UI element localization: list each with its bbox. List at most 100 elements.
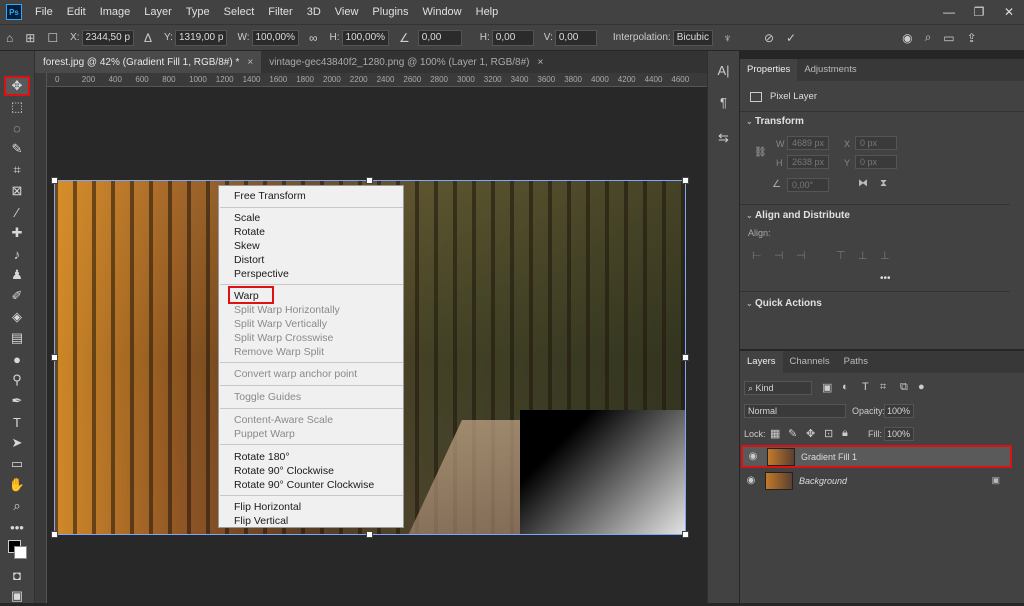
minimize-button[interactable]: — xyxy=(934,0,964,24)
interpolation-select[interactable]: Bicubic xyxy=(672,29,713,46)
menu-flip-vertical[interactable]: Flip Vertical xyxy=(234,514,288,528)
filter-pixel-icon[interactable]: ▣ xyxy=(822,381,832,394)
more-tools-icon[interactable]: ••• xyxy=(4,517,30,537)
tab-channels[interactable]: Channels xyxy=(783,351,837,373)
search-icon[interactable]: ⌕ xyxy=(925,30,932,45)
transform-handle-tc[interactable] xyxy=(366,177,373,184)
prop-w-input[interactable]: 4689 px xyxy=(787,136,829,150)
marquee-tool-icon[interactable]: ⬚ xyxy=(4,97,30,117)
flip-horizontal-icon[interactable]: ⧓ xyxy=(858,178,868,189)
kind-filter-select[interactable]: ⌕ Kind xyxy=(744,381,812,395)
prop-x-input[interactable]: 0 px xyxy=(855,136,897,150)
history-brush-icon[interactable]: ✐ xyxy=(4,286,30,306)
menu-help[interactable]: Help xyxy=(469,6,506,18)
prop-y-input[interactable]: 0 px xyxy=(855,155,897,169)
lasso-tool-icon[interactable]: ◌ xyxy=(4,118,30,138)
gradient-tool-icon[interactable]: ▤ xyxy=(4,328,30,348)
workspace-icon[interactable]: ▭ xyxy=(943,31,954,45)
more-options-button[interactable]: ••• xyxy=(880,273,891,284)
blend-mode-select[interactable]: Normal xyxy=(744,404,846,418)
lock-all-icon[interactable]: 🔒︎ xyxy=(842,427,848,440)
menu-rotate-180[interactable]: Rotate 180° xyxy=(234,450,290,464)
y-input[interactable]: 1319,00 p xyxy=(174,29,228,46)
menu-window[interactable]: Window xyxy=(416,6,469,18)
eraser-tool-icon[interactable]: ◈ xyxy=(4,307,30,327)
cancel-transform-icon[interactable]: ⊘ xyxy=(764,31,774,45)
rectangle-tool-icon[interactable]: ▭ xyxy=(4,454,30,474)
tab-properties[interactable]: Properties xyxy=(740,59,798,81)
tab-layers[interactable]: Layers xyxy=(740,351,783,373)
opacity-input[interactable]: 100% xyxy=(884,404,914,418)
menu-type[interactable]: Type xyxy=(179,6,217,18)
menu-rotate[interactable]: Rotate xyxy=(234,225,265,239)
menu-image[interactable]: Image xyxy=(93,6,138,18)
quick-mask-icon[interactable]: ◘ xyxy=(4,565,30,585)
lock-transparency-icon[interactable]: ▦ xyxy=(770,427,780,440)
h-input[interactable]: 100,00% xyxy=(341,29,390,46)
transform-handle-bl[interactable] xyxy=(51,531,58,538)
paragraph-panel-icon[interactable]: ¶ xyxy=(708,89,739,115)
zoom-tool-icon[interactable]: ⌕ xyxy=(4,496,30,516)
filter-shape-icon[interactable]: ⌗ xyxy=(880,381,886,394)
chevron-down-icon[interactable]: ⌄ xyxy=(746,117,755,126)
transform-handle-tr[interactable] xyxy=(682,177,689,184)
reference-point-icon[interactable]: ⊞ xyxy=(25,31,35,45)
menu-select[interactable]: Select xyxy=(217,6,262,18)
filter-type-icon[interactable]: T xyxy=(862,381,869,393)
lock-artboard-icon[interactable]: ⊡ xyxy=(824,427,833,440)
vskew-input[interactable]: 0,00 xyxy=(554,29,597,46)
flip-vertical-icon[interactable]: ⧗ xyxy=(880,178,887,189)
menu-skew[interactable]: Skew xyxy=(234,239,260,253)
close-icon[interactable]: × xyxy=(538,57,544,68)
menu-flip-horizontal[interactable]: Flip Horizontal xyxy=(234,500,301,514)
eye-icon[interactable]: ◉ xyxy=(743,451,763,462)
crop-tool-icon[interactable]: ⌗ xyxy=(4,160,30,180)
screen-mode-icon[interactable]: ▣ xyxy=(4,586,30,606)
filter-toggle-icon[interactable]: ● xyxy=(918,381,925,393)
restore-button[interactable]: ❐ xyxy=(964,0,994,24)
share-upload-icon[interactable]: ⇪ xyxy=(967,31,977,45)
healing-brush-icon[interactable]: ✚ xyxy=(4,223,30,243)
prop-h-input[interactable]: 2638 px xyxy=(787,155,829,169)
character-panel-icon[interactable]: A| xyxy=(708,57,739,83)
menu-filter[interactable]: Filter xyxy=(261,6,299,18)
lock-pixels-icon[interactable]: ✎ xyxy=(788,427,797,440)
quick-select-tool-icon[interactable]: ✎ xyxy=(4,139,30,159)
menu-perspective[interactable]: Perspective xyxy=(234,267,289,281)
lock-position-icon[interactable]: ✥ xyxy=(806,427,815,440)
eye-icon[interactable]: ◉ xyxy=(741,475,761,486)
transform-handle-ml[interactable] xyxy=(51,354,58,361)
transform-handle-mr[interactable] xyxy=(682,354,689,361)
layer-row-gradient-fill[interactable]: ◉ Gradient Fill 1 xyxy=(741,445,1012,468)
menu-rotate-90-cw[interactable]: Rotate 90° Clockwise xyxy=(234,464,334,478)
type-tool-icon[interactable]: T xyxy=(4,412,30,432)
brush-tool-icon[interactable]: ♪ xyxy=(4,244,30,264)
tab-adjustments[interactable]: Adjustments xyxy=(797,59,863,81)
menu-view[interactable]: View xyxy=(328,6,366,18)
dodge-tool-icon[interactable]: ⚲ xyxy=(4,370,30,390)
home-icon[interactable]: ⌂ xyxy=(6,31,13,45)
filter-smart-object-icon[interactable]: ⧉ xyxy=(900,381,908,394)
link-icon[interactable]: ∞ xyxy=(309,31,318,45)
menu-plugins[interactable]: Plugins xyxy=(365,6,415,18)
hand-tool-icon[interactable]: ✋ xyxy=(4,475,30,495)
menu-rotate-90-ccw[interactable]: Rotate 90° Counter Clockwise xyxy=(234,478,374,492)
tab-forest[interactable]: forest.jpg @ 42% (Gradient Fill 1, RGB/8… xyxy=(35,51,262,73)
filter-adjustment-icon[interactable]: ◐ xyxy=(842,381,849,393)
close-icon[interactable]: × xyxy=(247,57,253,68)
x-input[interactable]: 2344,50 p xyxy=(81,29,135,46)
menu-free-transform[interactable]: Free Transform xyxy=(234,189,306,203)
menu-distort[interactable]: Distort xyxy=(234,253,264,267)
chevron-down-icon[interactable]: ⌄ xyxy=(746,211,755,220)
transform-handle-br[interactable] xyxy=(682,531,689,538)
prop-angle-input[interactable]: 0,00° xyxy=(787,178,829,192)
layer-row-background[interactable]: ◉ Background ▣ xyxy=(741,469,1012,492)
menu-file[interactable]: File xyxy=(28,6,60,18)
warp-mode-icon[interactable]: ♆ xyxy=(723,31,732,45)
angle-input[interactable]: 0,00 xyxy=(417,29,462,46)
fill-input[interactable]: 100% xyxy=(884,427,914,441)
color-swatch-icon[interactable] xyxy=(4,538,30,564)
properties-panel-icon[interactable]: ⇆ xyxy=(708,125,739,151)
transform-handle-bc[interactable] xyxy=(366,531,373,538)
tab-vintage[interactable]: vintage-gec43840f2_1280.png @ 100% (Laye… xyxy=(261,51,551,73)
